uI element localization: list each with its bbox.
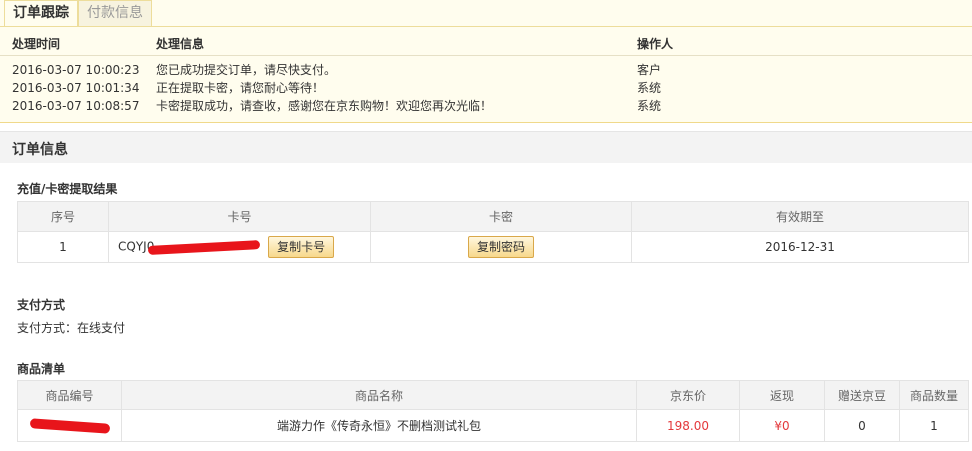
track-row-1-time: 2016-03-07 10:00:23 xyxy=(12,63,140,77)
track-row-1-info: 您已成功提交订单，请尽快支付。 xyxy=(156,63,337,77)
track-row-3-info: 卡密提取成功，请查收，感谢您在京东购物！欢迎您再次光临！ xyxy=(156,99,493,113)
goods-quantity: 1 xyxy=(899,409,969,442)
track-row-2-info: 正在提取卡密，请您耐心等待！ xyxy=(156,81,325,95)
track-row-3-time: 2016-03-07 10:08:57 xyxy=(12,99,140,113)
card-expiry: 2016-12-31 xyxy=(631,231,969,263)
goods-beans: 0 xyxy=(824,409,900,442)
order-info-title: 订单信息 xyxy=(12,142,68,158)
col-expiry: 有效期至 xyxy=(631,201,969,232)
col-card-number: 卡号 xyxy=(108,201,371,232)
goods-table-header: 商品编号 商品名称 京东价 返现 赠送京豆 商品数量 xyxy=(17,380,969,410)
col-goods-id: 商品编号 xyxy=(17,380,122,410)
col-quantity: 商品数量 xyxy=(899,380,969,410)
col-price: 京东价 xyxy=(636,380,740,410)
col-serial: 序号 xyxy=(17,201,109,232)
card-serial: 1 xyxy=(17,231,109,263)
header-process-info: 处理信息 xyxy=(156,37,205,51)
goods-price: 198.00 xyxy=(636,409,740,442)
card-table: 序号 卡号 卡密 有效期至 1 CQYJ0 复制卡号 复制密码 2016-12-… xyxy=(17,201,969,263)
order-tracking-panel: 订单跟踪 付款信息 处理时间 处理信息 操作人 2016-03-07 10:00… xyxy=(0,0,972,123)
goods-name[interactable]: 端游力作《传奇永恒》不删档测试礼包 xyxy=(121,409,637,442)
card-table-header: 序号 卡号 卡密 有效期至 xyxy=(17,201,969,232)
redaction-mark xyxy=(29,418,110,434)
goods-table: 商品编号 商品名称 京东价 返现 赠送京豆 商品数量 端游力作《传奇永恒》不删档… xyxy=(17,380,969,442)
table-row: 端游力作《传奇永恒》不删档测试礼包 198.00 ¥0 0 1 xyxy=(17,409,969,442)
table-row: 1 CQYJ0 复制卡号 复制密码 2016-12-31 xyxy=(17,231,969,263)
col-rebate: 返现 xyxy=(739,380,825,410)
goods-list-title: 商品清单 xyxy=(17,362,66,376)
header-process-time: 处理时间 xyxy=(12,37,61,51)
track-row-3-operator: 系统 xyxy=(637,99,662,113)
goods-id-cell xyxy=(17,409,122,442)
payment-title: 支付方式 xyxy=(17,298,66,312)
header-divider xyxy=(0,55,972,56)
col-goods-name: 商品名称 xyxy=(121,380,637,410)
card-secret-cell: 复制密码 xyxy=(370,231,632,263)
payment-method-text: 支付方式：在线支付 xyxy=(17,321,126,335)
goods-rebate: ¥0 xyxy=(739,409,825,442)
col-beans: 赠送京豆 xyxy=(824,380,900,410)
card-number-cell: CQYJ0 复制卡号 xyxy=(108,231,371,263)
copy-card-number-button[interactable]: 复制卡号 xyxy=(268,236,335,258)
header-operator: 操作人 xyxy=(637,37,674,51)
track-row-2-time: 2016-03-07 10:01:34 xyxy=(12,81,140,95)
copy-password-button[interactable]: 复制密码 xyxy=(467,236,534,258)
track-row-2-operator: 系统 xyxy=(637,81,662,95)
track-row-1-operator: 客户 xyxy=(637,63,662,77)
redaction-mark xyxy=(148,239,261,255)
tab-divider xyxy=(0,26,972,27)
order-info-header: 订单信息 xyxy=(0,131,972,163)
card-result-title: 充值/卡密提取结果 xyxy=(17,182,118,196)
tab-order-tracking[interactable]: 订单跟踪 xyxy=(4,0,78,27)
col-card-secret: 卡密 xyxy=(370,201,632,232)
tab-bar: 订单跟踪 付款信息 xyxy=(0,0,972,27)
tab-payment-info[interactable]: 付款信息 xyxy=(78,0,152,27)
